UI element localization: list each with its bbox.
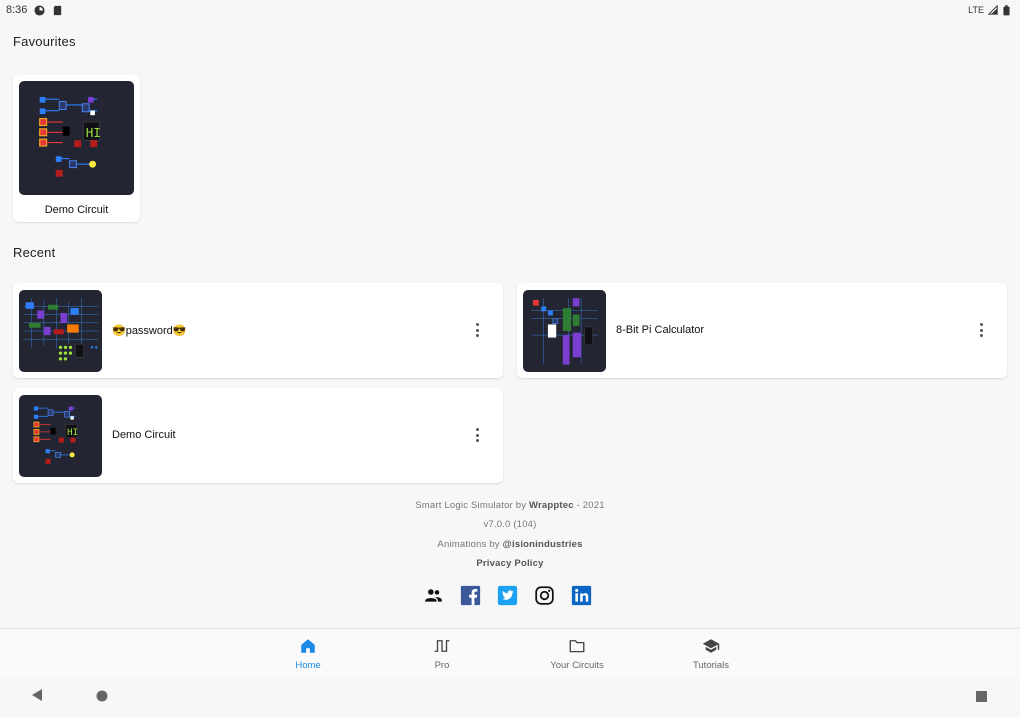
nav-your-circuits[interactable]: Your Circuits [522,629,632,677]
nav-pro[interactable]: Pro [387,629,497,677]
credit-line: Smart Logic Simulator by Wrapptec - 2021 [415,500,605,511]
more-options-button[interactable] [469,426,485,444]
nav-label: Your Circuits [550,660,604,671]
home-circle-icon[interactable] [96,689,108,707]
more-options-button[interactable] [973,321,989,339]
author-link[interactable]: Wrapptec [529,500,574,511]
bottom-navigation: Home Pro Your Circuits Tutorials [0,628,1020,676]
graduation-cap-icon [702,637,720,655]
circuit-thumbnail: HI [19,395,102,477]
circuit-thumbnail: HI [19,81,134,195]
recent-card-label: Demo Circuit [112,429,176,441]
circuit-thumbnail [523,290,606,372]
pulse-wave-icon [433,637,451,655]
recent-heading: Recent [13,245,56,260]
version-text: v7.0.0 (104) [483,519,537,530]
sd-card-icon [52,5,63,16]
instagram-icon[interactable] [534,585,555,606]
animations-credit: Animations by @isionindustries [437,539,583,550]
favourite-card-label: Demo Circuit [44,204,109,216]
social-links [423,585,592,606]
signal-icon [987,4,999,16]
nav-label: Home [295,660,321,671]
recents-square-icon[interactable] [976,689,987,707]
nav-label: Pro [434,660,450,671]
favourites-heading: Favourites [13,34,76,49]
circuit-thumbnail [19,290,102,372]
nav-label: Tutorials [692,660,730,671]
twitter-icon[interactable] [497,585,518,606]
back-icon[interactable] [31,688,43,707]
more-options-button[interactable] [469,321,485,339]
battery-icon [1003,4,1014,16]
status-time: 8:36 [6,4,28,16]
system-navigation-bar [0,677,1020,717]
recent-card-demo-circuit[interactable]: HI Demo Circuit [13,388,503,483]
status-bar: 8:36 LTE [0,0,1020,20]
recent-card-label: 8-Bit Pi Calculator [616,324,705,336]
network-type: LTE [968,5,984,15]
svg-text:HI: HI [67,428,78,438]
recent-card-label: 😎password😎 [112,325,187,337]
home-icon [299,637,317,655]
svg-text:HI: HI [86,125,101,140]
data-saver-icon [34,4,45,16]
folder-icon [568,637,586,655]
nav-home[interactable]: Home [253,629,363,677]
facebook-icon[interactable] [460,585,481,606]
linkedin-icon[interactable] [571,585,592,606]
privacy-policy-link[interactable]: Privacy Policy [0,558,1020,569]
recent-card-password[interactable]: 😎password😎 [13,283,503,378]
animator-link[interactable]: @isionindustries [503,539,583,550]
favourite-card-demo-circuit[interactable]: HI Demo Circuit [13,75,140,222]
recent-card-8bit-pi-calculator[interactable]: 8-Bit Pi Calculator [517,283,1007,378]
nav-tutorials[interactable]: Tutorials [656,629,766,677]
community-icon[interactable] [423,585,444,606]
